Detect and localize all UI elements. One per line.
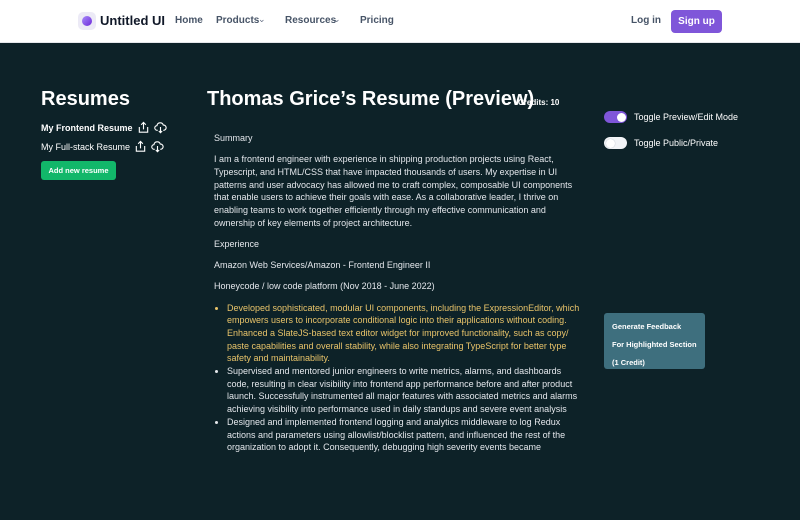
preview-edit-label: Toggle Preview/Edit Mode [634, 112, 739, 122]
public-private-label: Toggle Public/Private [634, 138, 719, 148]
toggle-knob [616, 112, 626, 122]
add-resume-button[interactable]: Add new resume [41, 161, 116, 180]
nav-home[interactable]: Home [175, 15, 203, 26]
summary-heading: Summary [214, 133, 253, 143]
bullet-highlighted[interactable]: Developed sophisticated, modular UI comp… [227, 302, 584, 366]
resume-name[interactable]: My Full-stack Resume [41, 142, 130, 152]
summary-text[interactable]: I am a frontend engineer with experience… [214, 153, 584, 229]
chevron-down-icon[interactable]: ⌄ [258, 14, 266, 25]
public-private-toggle[interactable] [604, 137, 627, 149]
experience-heading: Experience [214, 238, 260, 249]
generate-feedback-button[interactable]: Generate Feedback For Highlighted Sectio… [604, 313, 705, 369]
bullet[interactable]: Supervised and mentored junior engineers… [227, 365, 584, 416]
resume-item[interactable]: My Full-stack Resume [41, 140, 164, 153]
credits-count: Credits: 10 [518, 98, 560, 107]
job-title[interactable]: Amazon Web Services/Amazon - Frontend En… [214, 259, 584, 272]
top-nav-bar: Untitled UI Home Products ⌄ Resources ⌄ … [0, 0, 800, 43]
job-team[interactable]: Honeycode / low code platform (Nov 2018 … [214, 280, 584, 293]
bullet[interactable]: Designed and implemented frontend loggin… [227, 416, 584, 454]
nav-products[interactable]: Products [216, 15, 259, 26]
resume-title: Thomas Grice’s Resume (Preview) [207, 88, 535, 110]
feedback-label-line: For Highlighted Section [612, 340, 697, 349]
nav-pricing[interactable]: Pricing [360, 15, 394, 26]
cloud-download-icon[interactable] [151, 140, 164, 153]
login-link[interactable]: Log in [631, 15, 661, 26]
brand-name[interactable]: Untitled UI [100, 13, 165, 28]
feedback-label-line: Generate Feedback [612, 322, 682, 331]
chevron-down-icon[interactable]: ⌄ [333, 14, 341, 25]
feedback-cost: (1 Credit) [612, 358, 645, 367]
public-private-toggle-row: Toggle Public/Private [604, 137, 718, 149]
logo-icon[interactable] [78, 12, 96, 30]
share-icon[interactable] [134, 140, 147, 153]
resume-item[interactable]: My Frontend Resume [41, 121, 167, 134]
experience-bullets: Developed sophisticated, modular UI comp… [214, 302, 584, 454]
sidebar-title: Resumes [41, 88, 130, 110]
nav-resources[interactable]: Resources [285, 15, 336, 26]
preview-edit-toggle-row: Toggle Preview/Edit Mode [604, 111, 738, 123]
signup-button[interactable]: Sign up [671, 10, 722, 33]
preview-edit-toggle[interactable] [604, 111, 627, 123]
resume-content[interactable]: Summary I am a frontend engineer with ex… [214, 132, 584, 454]
resume-name[interactable]: My Frontend Resume [41, 123, 133, 133]
toggle-knob [605, 138, 615, 148]
share-icon[interactable] [137, 121, 150, 134]
cloud-download-icon[interactable] [153, 121, 167, 134]
